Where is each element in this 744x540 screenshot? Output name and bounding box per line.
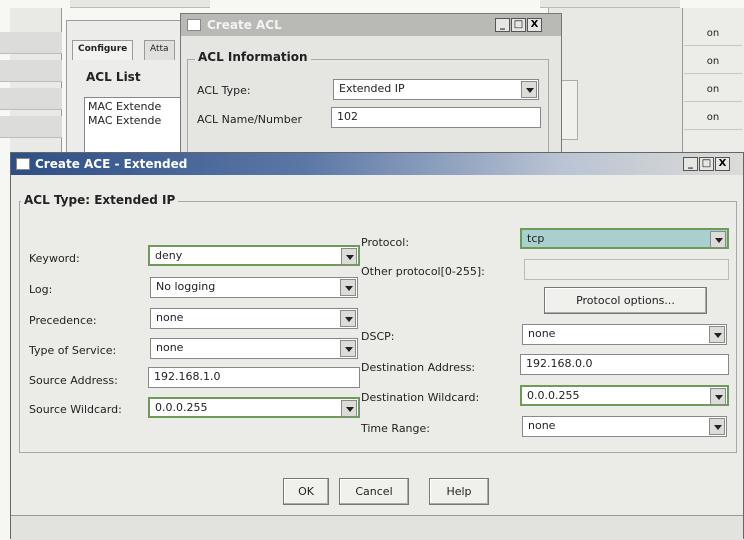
create-acl-dialog: Create ACL _ □ X ACL Information ACL Typ…	[180, 13, 562, 159]
chevron-down-icon[interactable]	[521, 81, 537, 98]
source-wildcard-select[interactable]: 0.0.0.255	[148, 397, 360, 418]
destination-wildcard-value: 0.0.0.255	[527, 389, 580, 402]
chevron-down-icon[interactable]	[710, 231, 726, 248]
protocol-select[interactable]: tcp	[520, 228, 729, 249]
chevron-down-icon[interactable]	[340, 310, 356, 327]
chevron-down-icon[interactable]	[341, 400, 357, 417]
acl-list-title: ACL List	[86, 70, 141, 84]
time-range-value: none	[528, 419, 556, 432]
log-label: Log:	[29, 283, 53, 296]
time-range-label: Time Range:	[361, 422, 430, 435]
maximize-button[interactable]: □	[699, 157, 714, 171]
protocol-value: tcp	[527, 232, 545, 245]
source-address-label: Source Address:	[29, 374, 118, 387]
column-header	[70, 0, 210, 8]
ok-button[interactable]: OK	[283, 478, 329, 505]
destination-wildcard-label: Destination Wildcard:	[361, 391, 480, 404]
source-wildcard-value: 0.0.0.255	[155, 401, 208, 414]
other-protocol-label: Other protocol[0-255]:	[361, 265, 485, 278]
tos-value: none	[156, 341, 184, 354]
window-icon	[187, 19, 201, 31]
source-address-input[interactable]: 192.168.1.0	[148, 367, 360, 388]
tos-label: Type of Service:	[29, 344, 117, 357]
acl-info-title: ACL Information	[195, 50, 311, 64]
list-item[interactable]: MAC Extende	[88, 114, 180, 128]
tos-select[interactable]: none	[150, 338, 358, 359]
chevron-down-icon[interactable]	[341, 248, 357, 265]
tab-attach[interactable]: Atta	[144, 40, 175, 60]
create-ace-dialog: Create ACE - Extended _ □ X ACL Type: Ex…	[10, 152, 744, 540]
protocol-label: Protocol:	[361, 236, 410, 249]
cancel-button[interactable]: Cancel	[339, 478, 409, 505]
chevron-down-icon[interactable]	[340, 340, 356, 357]
status-bar	[11, 515, 743, 540]
chevron-down-icon[interactable]	[709, 326, 725, 343]
status-cell: on	[684, 106, 742, 130]
chevron-down-icon[interactable]	[710, 388, 726, 405]
log-select[interactable]: No logging	[150, 277, 358, 298]
acl-name-label: ACL Name/Number	[197, 113, 302, 126]
left-row[interactable]	[0, 60, 62, 82]
acl-dialog-title: Create ACL	[207, 18, 282, 32]
keyword-value: deny	[155, 249, 183, 262]
list-item[interactable]: MAC Extende	[88, 100, 180, 114]
left-row[interactable]	[0, 32, 62, 54]
acl-type-value: Extended IP	[339, 82, 405, 95]
status-cell: on	[684, 78, 742, 102]
chevron-down-icon[interactable]	[340, 279, 356, 296]
status-cell: on	[684, 50, 742, 74]
close-button[interactable]: X	[715, 157, 730, 171]
ace-dialog-title: Create ACE - Extended	[35, 157, 188, 171]
status-cell: on	[684, 22, 742, 46]
precedence-select[interactable]: none	[150, 308, 358, 329]
keyword-select[interactable]: deny	[148, 245, 360, 266]
minimize-button[interactable]: _	[683, 157, 698, 171]
source-wildcard-label: Source Wildcard:	[29, 403, 122, 416]
destination-wildcard-select[interactable]: 0.0.0.255	[520, 385, 729, 406]
acl-name-input[interactable]: 102	[331, 107, 541, 128]
acl-dialog-titlebar[interactable]: Create ACL _ □ X	[181, 14, 561, 36]
dscp-value: none	[528, 327, 556, 340]
acl-type-label: ACL Type:	[197, 84, 251, 97]
ace-group-title: ACL Type: Extended IP	[21, 193, 179, 207]
destination-address-label: Destination Address:	[361, 361, 476, 374]
window-icon	[16, 158, 30, 170]
minimize-button[interactable]: _	[495, 18, 510, 32]
keyword-label: Keyword:	[29, 252, 80, 265]
column-header	[540, 0, 680, 8]
dscp-label: DSCP:	[361, 330, 395, 343]
log-value: No logging	[156, 280, 216, 293]
time-range-select[interactable]: none	[522, 416, 727, 437]
ace-dialog-titlebar[interactable]: Create ACE - Extended _ □ X	[11, 153, 743, 175]
precedence-value: none	[156, 311, 184, 324]
maximize-button[interactable]: □	[511, 18, 526, 32]
acl-type-select[interactable]: Extended IP	[333, 79, 539, 100]
left-row[interactable]	[0, 116, 62, 138]
precedence-label: Precedence:	[29, 314, 97, 327]
left-row[interactable]	[0, 88, 62, 110]
acl-list[interactable]: MAC Extende MAC Extende	[84, 97, 184, 157]
dscp-select[interactable]: none	[522, 324, 727, 345]
other-protocol-input[interactable]	[524, 259, 729, 280]
tab-configure[interactable]: Configure	[72, 40, 134, 60]
protocol-options-button[interactable]: Protocol options...	[544, 287, 707, 314]
destination-address-input[interactable]: 192.168.0.0	[520, 354, 729, 375]
chevron-down-icon[interactable]	[709, 418, 725, 435]
help-button[interactable]: Help	[429, 478, 489, 505]
close-button[interactable]: X	[527, 18, 542, 32]
